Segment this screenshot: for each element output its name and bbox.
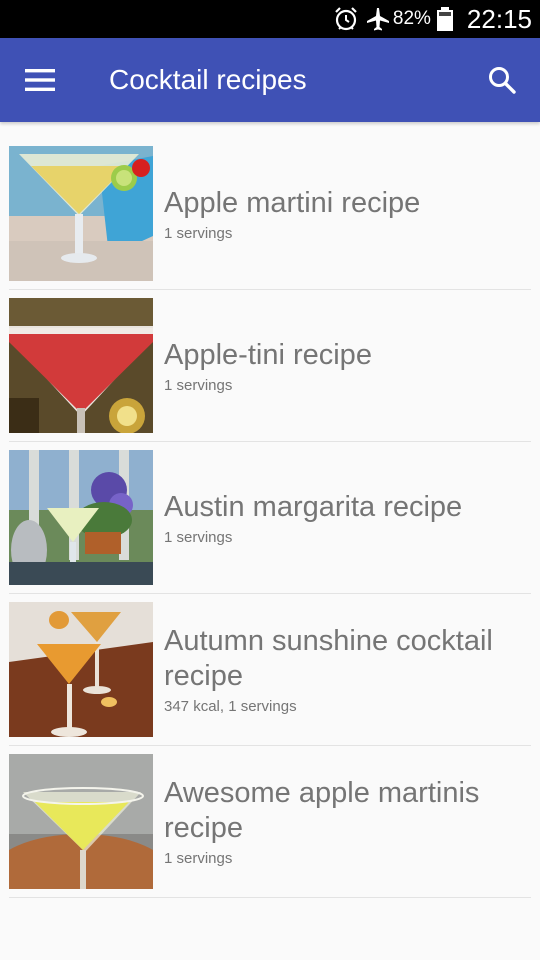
list-item[interactable]: Awesome apple martinis recipe 1 servings — [9, 754, 531, 898]
recipe-text: Apple martini recipe 1 servings — [164, 146, 531, 281]
recipe-text: Austin margarita recipe 1 servings — [164, 450, 531, 585]
clock: 22:15 — [466, 3, 532, 34]
recipe-meta: 1 servings — [164, 528, 233, 546]
recipe-name: Awesome apple martinis recipe — [164, 777, 480, 844]
recipe-thumbnail — [9, 754, 153, 889]
recipe-text: Awesome apple martinis recipe 1 servings — [164, 754, 531, 889]
search-icon — [489, 67, 516, 94]
battery-percent: 82% — [392, 8, 431, 29]
recipe-meta: 1 servings — [164, 224, 233, 242]
recipe-name: Autumn sunshine cocktail recipe — [164, 625, 493, 692]
recipe-name: Austin margarita recipe — [164, 490, 463, 523]
menu-button[interactable] — [20, 60, 60, 100]
battery-icon — [436, 7, 453, 31]
recipe-text: Apple-tini recipe 1 servings — [164, 298, 531, 433]
list-item[interactable]: Apple martini recipe 1 servings — [9, 146, 531, 290]
app-bar: Cocktail recipes — [0, 38, 540, 122]
recipe-text: Autumn sunshine cocktail recipe 347 kcal… — [164, 602, 531, 737]
recipe-meta: 1 servings — [164, 850, 233, 867]
recipe-meta: 347 kcal, 1 servings — [164, 698, 297, 715]
recipe-name: Apple-tini recipe — [164, 338, 372, 371]
recipe-thumbnail — [9, 450, 153, 585]
airplane-mode-icon — [366, 8, 389, 31]
menu-icon — [25, 69, 55, 91]
recipe-list: Apple martini recipe 1 servings Apple-ti… — [0, 146, 540, 906]
status-icons: 82% 22:15 — [333, 0, 540, 38]
list-item[interactable]: Autumn sunshine cocktail recipe 347 kcal… — [9, 602, 531, 746]
recipe-thumbnail — [9, 602, 153, 737]
alarm-icon — [335, 7, 357, 31]
list-item[interactable]: Apple-tini recipe 1 servings — [9, 298, 531, 442]
recipe-name: Apple martini recipe — [164, 186, 421, 219]
page-title: Cocktail recipes — [109, 64, 307, 95]
status-bar: 82% 22:15 — [0, 0, 540, 38]
recipe-meta: 1 servings — [164, 376, 233, 394]
recipe-thumbnail — [9, 298, 153, 433]
list-item[interactable]: Austin margarita recipe 1 servings — [9, 450, 531, 594]
search-button[interactable] — [482, 60, 522, 100]
recipe-thumbnail — [9, 146, 153, 281]
